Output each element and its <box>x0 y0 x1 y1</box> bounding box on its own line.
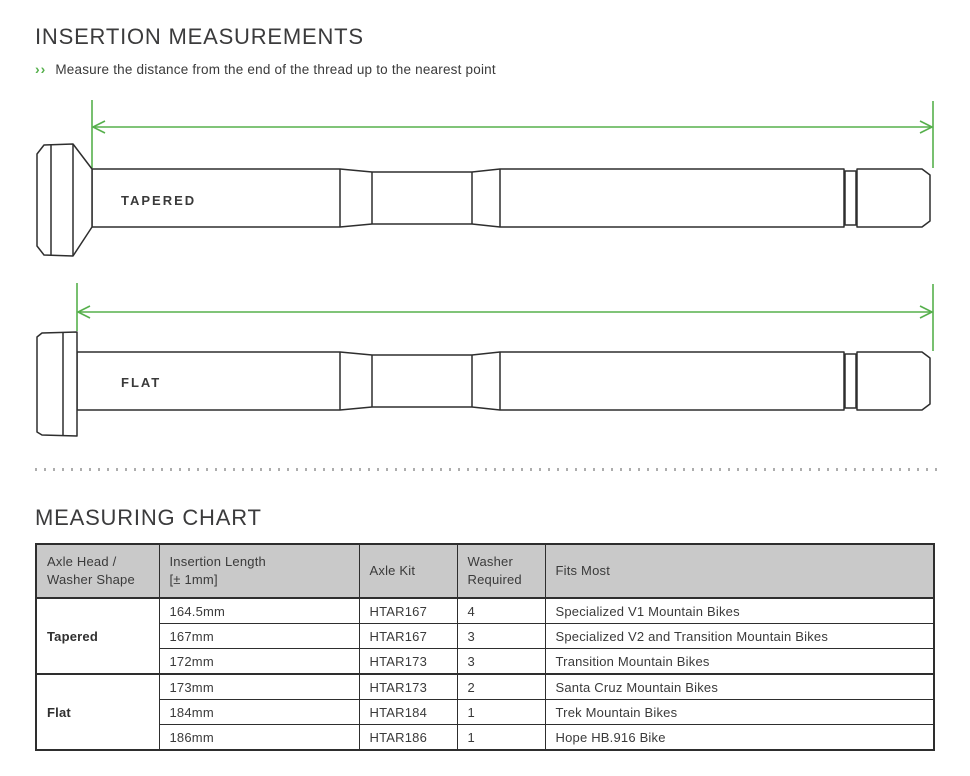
table-row: 186mm HTAR186 1 Hope HB.916 Bike <box>36 725 934 751</box>
kit-cell: HTAR167 <box>359 624 457 649</box>
kit-cell: HTAR173 <box>359 649 457 675</box>
kit-cell: HTAR184 <box>359 700 457 725</box>
measure-arrow-flat <box>77 283 933 351</box>
measuring-chart-title: MEASURING CHART <box>35 505 262 531</box>
table-row: Tapered 164.5mm HTAR167 4 Specialized V1… <box>36 598 934 624</box>
length-cell: 164.5mm <box>159 598 359 624</box>
kit-cell: HTAR167 <box>359 598 457 624</box>
table-row: 167mm HTAR167 3 Specialized V2 and Trans… <box>36 624 934 649</box>
table-row: Flat 173mm HTAR173 2 Santa Cruz Mountain… <box>36 674 934 700</box>
shape-cell-tapered: Tapered <box>36 598 159 674</box>
thread-groove <box>845 171 856 225</box>
thread-groove <box>845 354 856 408</box>
flat-label: FLAT <box>121 375 161 390</box>
column-header-insertion-length: Insertion Length [± 1mm] <box>159 544 359 598</box>
fits-cell: Transition Mountain Bikes <box>545 649 934 675</box>
washer-cell: 1 <box>457 700 545 725</box>
axle-diagrams: TAPERED FLAT <box>0 88 970 448</box>
header-row: Axle Head / Washer Shape Insertion Lengt… <box>36 544 934 598</box>
washer-cell: 4 <box>457 598 545 624</box>
column-header-fits-most: Fits Most <box>545 544 934 598</box>
measure-arrow-tapered <box>92 100 933 168</box>
length-cell: 186mm <box>159 725 359 751</box>
table-row: 184mm HTAR184 1 Trek Mountain Bikes <box>36 700 934 725</box>
length-cell: 184mm <box>159 700 359 725</box>
tapered-axle-head <box>37 144 92 256</box>
fits-cell: Hope HB.916 Bike <box>545 725 934 751</box>
instruction-line: ›› Measure the distance from the end of t… <box>35 61 496 77</box>
washer-cell: 3 <box>457 649 545 675</box>
tapered-axle-drawing: TAPERED <box>37 144 930 256</box>
instruction-text: Measure the distance from the end of the… <box>55 62 495 77</box>
threaded-end <box>857 352 930 410</box>
shape-cell-flat: Flat <box>36 674 159 750</box>
column-header-axle-head: Axle Head / Washer Shape <box>36 544 159 598</box>
threaded-end <box>857 169 930 227</box>
flat-axle-shaft <box>77 352 844 410</box>
length-cell: 173mm <box>159 674 359 700</box>
tapered-label: TAPERED <box>121 193 196 208</box>
flat-axle-drawing: FLAT <box>37 332 930 436</box>
column-header-axle-kit: Axle Kit <box>359 544 457 598</box>
washer-cell: 3 <box>457 624 545 649</box>
measuring-chart-table: Axle Head / Washer Shape Insertion Lengt… <box>35 543 935 751</box>
fits-cell: Specialized V1 Mountain Bikes <box>545 598 934 624</box>
kit-cell: HTAR173 <box>359 674 457 700</box>
page-title: INSERTION MEASUREMENTS <box>35 24 364 50</box>
tapered-axle-shaft <box>92 169 844 227</box>
washer-cell: 1 <box>457 725 545 751</box>
kit-cell: HTAR186 <box>359 725 457 751</box>
washer-cell: 2 <box>457 674 545 700</box>
fits-cell: Specialized V2 and Transition Mountain B… <box>545 624 934 649</box>
table-row: 172mm HTAR173 3 Transition Mountain Bike… <box>36 649 934 675</box>
fits-cell: Trek Mountain Bikes <box>545 700 934 725</box>
fits-cell: Santa Cruz Mountain Bikes <box>545 674 934 700</box>
length-cell: 167mm <box>159 624 359 649</box>
chevron-right-icon: ›› <box>35 61 46 77</box>
flat-axle-head <box>37 332 77 436</box>
column-header-washer-required: Washer Required <box>457 544 545 598</box>
length-cell: 172mm <box>159 649 359 675</box>
dotted-separator <box>35 468 940 471</box>
